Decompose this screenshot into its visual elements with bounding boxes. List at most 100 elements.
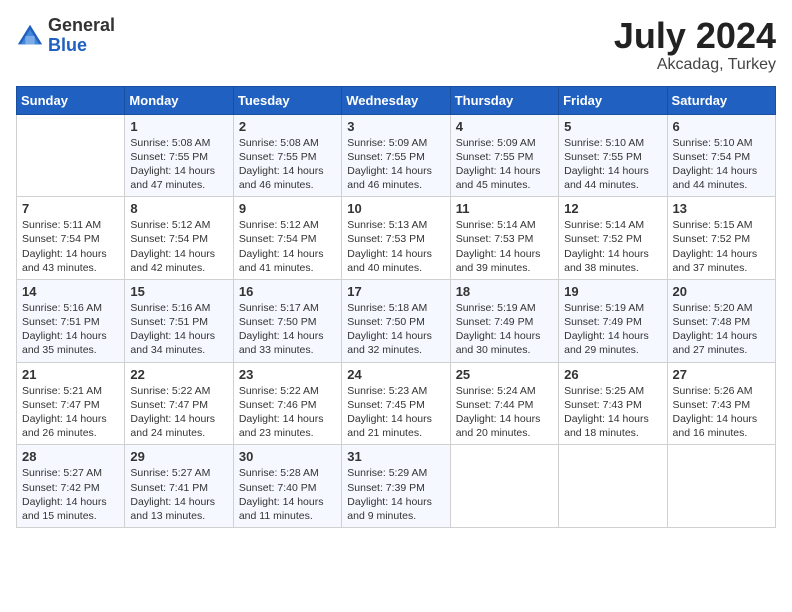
weekday-header-wednesday: Wednesday [342,86,450,114]
day-info: Sunrise: 5:28 AMSunset: 7:40 PMDaylight:… [239,466,336,523]
calendar-cell [17,114,125,197]
calendar-cell: 1Sunrise: 5:08 AMSunset: 7:55 PMDaylight… [125,114,233,197]
calendar-cell: 12Sunrise: 5:14 AMSunset: 7:52 PMDayligh… [559,197,667,280]
logo: General Blue [16,16,115,56]
calendar-cell [559,445,667,528]
day-number: 18 [456,284,553,299]
day-info: Sunrise: 5:18 AMSunset: 7:50 PMDaylight:… [347,301,444,358]
day-number: 29 [130,449,227,464]
day-number: 28 [22,449,119,464]
day-number: 5 [564,119,661,134]
day-info: Sunrise: 5:08 AMSunset: 7:55 PMDaylight:… [130,136,227,193]
logo-icon [16,22,44,50]
calendar-cell [667,445,775,528]
day-number: 22 [130,367,227,382]
day-info: Sunrise: 5:27 AMSunset: 7:41 PMDaylight:… [130,466,227,523]
day-info: Sunrise: 5:24 AMSunset: 7:44 PMDaylight:… [456,384,553,441]
calendar-cell: 27 Sunrise: 5:26 AMSunset: 7:43 PMDayligh… [667,362,775,445]
day-number: 16 [239,284,336,299]
day-number: 31 [347,449,444,464]
calendar-cell: 18 Sunrise: 5:19 AMSunset: 7:49 PMDayligh… [450,279,558,362]
day-number: 4 [456,119,553,134]
day-info: Sunrise: 5:08 AMSunset: 7:55 PMDaylight:… [239,136,336,193]
calendar-cell: 11 Sunrise: 5:14 AMSunset: 7:53 PMDayligh… [450,197,558,280]
day-info: Sunrise: 5:22 AMSunset: 7:46 PMDaylight:… [239,384,336,441]
day-info: Sunrise: 5:26 AMSunset: 7:43 PMDaylight:… [673,384,770,441]
day-number: 25 [456,367,553,382]
day-info: Sunrise: 5:17 AMSunset: 7:50 PMDaylight:… [239,301,336,358]
day-number: 21 [22,367,119,382]
logo-general-text: General [48,15,115,35]
day-info: Sunrise: 5:14 AMSunset: 7:53 PMDaylight:… [456,218,553,275]
day-info: Sunrise: 5:19 AMSunset: 7:49 PMDaylight:… [456,301,553,358]
calendar-week-row: 21 Sunrise: 5:21 AMSunset: 7:47 PMDayligh… [17,362,776,445]
day-info: Sunrise: 5:21 AMSunset: 7:47 PMDaylight:… [22,384,119,441]
day-info: Sunrise: 5:13 AMSunset: 7:53 PMDaylight:… [347,218,444,275]
calendar-cell: 2Sunrise: 5:08 AMSunset: 7:55 PMDaylight… [233,114,341,197]
calendar-cell: 10 Sunrise: 5:13 AMSunset: 7:53 PMDayligh… [342,197,450,280]
weekday-header-tuesday: Tuesday [233,86,341,114]
calendar-cell: 30 Sunrise: 5:28 AMSunset: 7:40 PMDayligh… [233,445,341,528]
calendar-table: SundayMondayTuesdayWednesdayThursdayFrid… [16,86,776,528]
page-header: General Blue July 2024 Akcadag, Turkey [16,16,776,74]
calendar-week-row: 14 Sunrise: 5:16 AMSunset: 7:51 PMDayligh… [17,279,776,362]
calendar-cell: 21 Sunrise: 5:21 AMSunset: 7:47 PMDayligh… [17,362,125,445]
day-number: 19 [564,284,661,299]
day-info: Sunrise: 5:27 AMSunset: 7:42 PMDaylight:… [22,466,119,523]
day-info: Sunrise: 5:29 AMSunset: 7:39 PMDaylight:… [347,466,444,523]
calendar-cell: 23 Sunrise: 5:22 AMSunset: 7:46 PMDayligh… [233,362,341,445]
day-info: Sunrise: 5:11 AMSunset: 7:54 PMDaylight:… [22,218,119,275]
weekday-header-thursday: Thursday [450,86,558,114]
weekday-header-sunday: Sunday [17,86,125,114]
day-info: Sunrise: 5:25 AMSunset: 7:43 PMDaylight:… [564,384,661,441]
calendar-week-row: 28 Sunrise: 5:27 AMSunset: 7:42 PMDayligh… [17,445,776,528]
day-number: 15 [130,284,227,299]
day-number: 14 [22,284,119,299]
day-number: 6 [673,119,770,134]
weekday-header-saturday: Saturday [667,86,775,114]
calendar-cell: 13 Sunrise: 5:15 AMSunset: 7:52 PMDayligh… [667,197,775,280]
day-number: 13 [673,201,770,216]
day-info: Sunrise: 5:16 AMSunset: 7:51 PMDaylight:… [130,301,227,358]
calendar-week-row: 1Sunrise: 5:08 AMSunset: 7:55 PMDaylight… [17,114,776,197]
calendar-week-row: 7 Sunrise: 5:11 AMSunset: 7:54 PMDaylight… [17,197,776,280]
calendar-cell: 22Sunrise: 5:22 AMSunset: 7:47 PMDayligh… [125,362,233,445]
day-number: 27 [673,367,770,382]
logo-blue-text: Blue [48,35,87,55]
day-number: 23 [239,367,336,382]
day-number: 10 [347,201,444,216]
calendar-cell: 19 Sunrise: 5:19 AMSunset: 7:49 PMDayligh… [559,279,667,362]
day-info: Sunrise: 5:10 AMSunset: 7:54 PMDaylight:… [673,136,770,193]
calendar-cell: 8Sunrise: 5:12 AMSunset: 7:54 PMDaylight… [125,197,233,280]
day-number: 17 [347,284,444,299]
calendar-cell: 20 Sunrise: 5:20 AMSunset: 7:48 PMDayligh… [667,279,775,362]
day-number: 30 [239,449,336,464]
day-number: 11 [456,201,553,216]
day-info: Sunrise: 5:20 AMSunset: 7:48 PMDaylight:… [673,301,770,358]
calendar-cell: 17 Sunrise: 5:18 AMSunset: 7:50 PMDayligh… [342,279,450,362]
calendar-cell: 7 Sunrise: 5:11 AMSunset: 7:54 PMDaylight… [17,197,125,280]
day-info: Sunrise: 5:19 AMSunset: 7:49 PMDaylight:… [564,301,661,358]
day-number: 7 [22,201,119,216]
day-info: Sunrise: 5:10 AMSunset: 7:55 PMDaylight:… [564,136,661,193]
day-info: Sunrise: 5:23 AMSunset: 7:45 PMDaylight:… [347,384,444,441]
calendar-cell: 28 Sunrise: 5:27 AMSunset: 7:42 PMDayligh… [17,445,125,528]
day-number: 26 [564,367,661,382]
calendar-cell: 29 Sunrise: 5:27 AMSunset: 7:41 PMDayligh… [125,445,233,528]
day-info: Sunrise: 5:12 AMSunset: 7:54 PMDaylight:… [239,218,336,275]
calendar-cell: 26 Sunrise: 5:25 AMSunset: 7:43 PMDayligh… [559,362,667,445]
day-number: 8 [130,201,227,216]
day-info: Sunrise: 5:16 AMSunset: 7:51 PMDaylight:… [22,301,119,358]
day-number: 3 [347,119,444,134]
day-number: 20 [673,284,770,299]
day-info: Sunrise: 5:15 AMSunset: 7:52 PMDaylight:… [673,218,770,275]
month-title: July 2024 [614,16,776,56]
weekday-header-friday: Friday [559,86,667,114]
calendar-cell: 16 Sunrise: 5:17 AMSunset: 7:50 PMDayligh… [233,279,341,362]
weekday-header-monday: Monday [125,86,233,114]
day-info: Sunrise: 5:09 AMSunset: 7:55 PMDaylight:… [347,136,444,193]
calendar-cell [450,445,558,528]
calendar-cell: 14 Sunrise: 5:16 AMSunset: 7:51 PMDayligh… [17,279,125,362]
calendar-cell: 25 Sunrise: 5:24 AMSunset: 7:44 PMDayligh… [450,362,558,445]
title-block: July 2024 Akcadag, Turkey [614,16,776,74]
